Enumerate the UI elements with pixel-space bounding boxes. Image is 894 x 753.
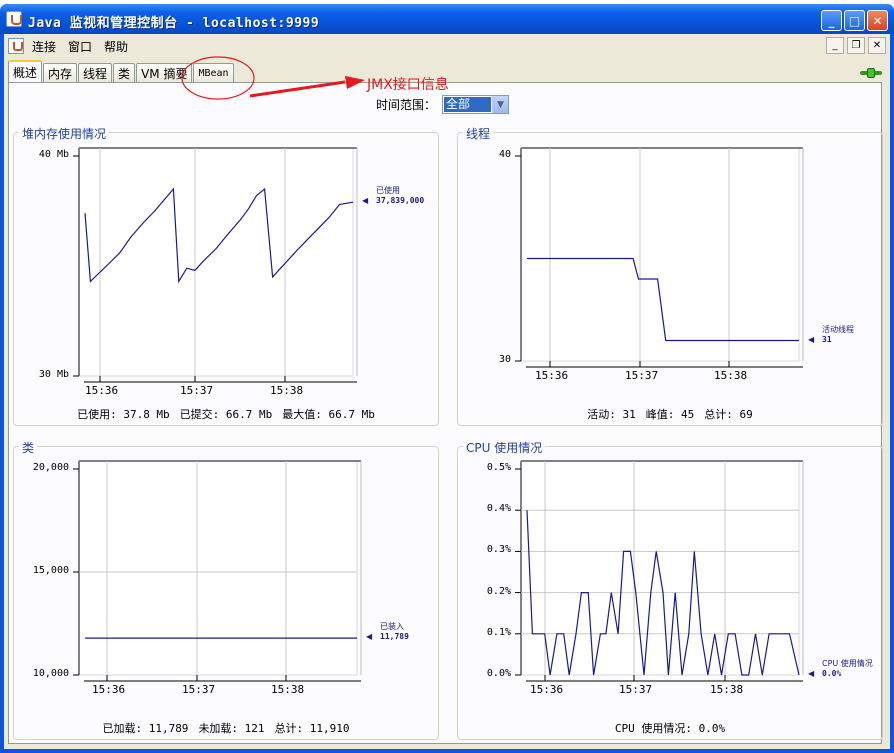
cpu-x-tick-label: 15:36 [530, 683, 564, 696]
heap-chart-title: 堆内存使用情况 [19, 125, 110, 142]
java-cup-icon[interactable] [8, 38, 24, 54]
window-controls: _ □ ✕ [821, 10, 888, 31]
annotation-label: JMX接口信息 [367, 77, 449, 93]
classes-x-tick-label: 15:38 [271, 683, 305, 696]
classes-x-tick-label: 15:37 [182, 683, 216, 696]
legend-name: 已使用 [376, 186, 400, 196]
classes-y-tick-label: 10,000 [32, 668, 69, 679]
cpu-y-tick-label: 0.2% [486, 585, 511, 597]
threads-legend: ◀ 活动线程 31 [808, 324, 854, 345]
threads-x-tick-label: 15:36 [535, 369, 569, 382]
tab-classes[interactable]: 类 [113, 63, 136, 82]
inner-restore-button[interactable]: ❐ [847, 37, 865, 54]
summary-item: 最大值: 66.7 Mb [282, 408, 375, 421]
cpu-x-tick-label: 15:37 [619, 683, 653, 696]
menu-help[interactable]: 帮助 [104, 38, 128, 55]
summary-item: 总计: 11,910 [274, 722, 350, 735]
threads-x-tick-label: 15:38 [714, 369, 748, 382]
legend-name: CPU 使用情况 [822, 659, 873, 668]
classes-chart-title: 类 [19, 439, 38, 456]
classes-y-tick-label: 20,000 [32, 462, 69, 473]
classes-y-tick-label: 15,000 [32, 565, 69, 576]
legend-value: 31 [822, 334, 832, 344]
title-bar[interactable]: Java 监视和管理控制台 - localhost:9999 _ □ ✕ [0, 4, 894, 34]
tab-threads[interactable]: 线程 [78, 63, 113, 82]
legend-value: 0.0% [822, 669, 842, 678]
legend-value: 11,789 [380, 632, 409, 642]
threads-chart-title: 线程 [463, 125, 494, 142]
legend-value: 37,839,000 [376, 196, 425, 206]
window-title: Java 监视和管理控制台 - localhost:9999 [28, 16, 320, 31]
time-range-value: 全部 [444, 97, 492, 112]
cpu-legend: ◀ CPU 使用情况 0.0% [808, 659, 873, 679]
cpu-y-tick-label: 0.4% [486, 503, 511, 515]
inner-window-controls: _ ❐ ✕ [826, 37, 886, 54]
cpu-x-tick-label: 15:38 [710, 683, 744, 696]
summary-item: CPU 使用情况: 0.0% [614, 722, 726, 735]
inner-minimize-button[interactable]: _ [826, 37, 844, 54]
threads-chart-box [457, 132, 883, 426]
threads-y-tick-label: 30 [498, 354, 511, 365]
legend-name: 已装入 [380, 622, 404, 632]
heap-x-tick-label: 15:36 [85, 384, 119, 397]
legend-name: 活动线程 [822, 324, 854, 334]
close-button[interactable]: ✕ [867, 10, 888, 31]
cpu-y-tick-label: 0.3% [486, 544, 511, 556]
tab-overview[interactable]: 概述 [8, 60, 43, 82]
time-range-row: 时间范围： 全部 ▼ [376, 95, 510, 114]
tab-memory[interactable]: 内存 [43, 63, 78, 82]
cpu-y-tick-label: 0.1% [486, 626, 511, 638]
cpu-chart-box [457, 446, 883, 740]
maximize-button[interactable]: □ [844, 10, 865, 31]
summary-item: 已提交: 66.7 Mb [179, 408, 273, 421]
menu-bar: 连接 窗口 帮助 _ ❐ ✕ [4, 34, 890, 58]
heap-summary: 已使用: 37.8 Mb 已提交: 66.7 Mb 最大值: 66.7 Mb [77, 406, 385, 422]
threads-x-tick-label: 15:37 [625, 369, 659, 382]
threads-summary: 活动: 31 峰值: 45 总计: 69 [587, 406, 763, 422]
classes-chart-box [13, 446, 439, 740]
heap-x-tick-label: 15:38 [270, 384, 304, 397]
classes-summary: 已加载: 11,789 未加载: 121 总计: 11,910 [102, 720, 359, 736]
time-range-select[interactable]: 全部 ▼ [442, 95, 510, 114]
cpu-y-tick-label: 0.5% [486, 462, 511, 473]
inner-close-button[interactable]: ✕ [868, 37, 886, 54]
legend-marker-icon: ◀ [808, 334, 815, 344]
connection-icon[interactable] [860, 68, 882, 78]
summary-item: 已使用: 37.8 Mb [77, 408, 170, 421]
summary-item: 已加载: 11,789 [102, 722, 189, 735]
classes-legend: ◀ 已装入 11,789 [366, 622, 409, 642]
heap-legend: ◀ 已使用 37,839,000 [362, 186, 425, 206]
summary-item: 活动: 31 [587, 408, 636, 421]
legend-marker-icon: ◀ [808, 669, 815, 678]
heap-y-tick-label: 40 Mb [38, 149, 69, 160]
minimize-button[interactable]: _ [821, 10, 842, 31]
heap-chart-box [13, 132, 439, 426]
heap-y-tick-label: 30 Mb [38, 369, 69, 380]
cpu-y-tick-label: 0.0% [486, 668, 511, 679]
cpu-chart-title: CPU 使用情况 [463, 439, 546, 456]
menu-connection[interactable]: 连接 [32, 38, 56, 55]
time-range-label: 时间范围： [376, 98, 437, 112]
classes-x-tick-label: 15:36 [92, 683, 126, 696]
legend-marker-icon: ◀ [366, 632, 373, 642]
summary-item: 未加载: 121 [198, 722, 265, 735]
java-cup-icon [6, 11, 22, 27]
heap-x-tick-label: 15:37 [180, 384, 214, 397]
menu-window[interactable]: 窗口 [68, 38, 92, 55]
summary-item: 峰值: 45 [645, 408, 695, 421]
threads-y-tick-label: 40 [498, 149, 511, 160]
summary-item: 总计: 69 [704, 408, 753, 421]
cpu-summary: CPU 使用情况: 0.0% [615, 720, 735, 736]
annotation-arrow [181, 56, 365, 100]
legend-marker-icon: ◀ [362, 196, 369, 206]
chevron-down-icon[interactable]: ▼ [492, 96, 509, 113]
